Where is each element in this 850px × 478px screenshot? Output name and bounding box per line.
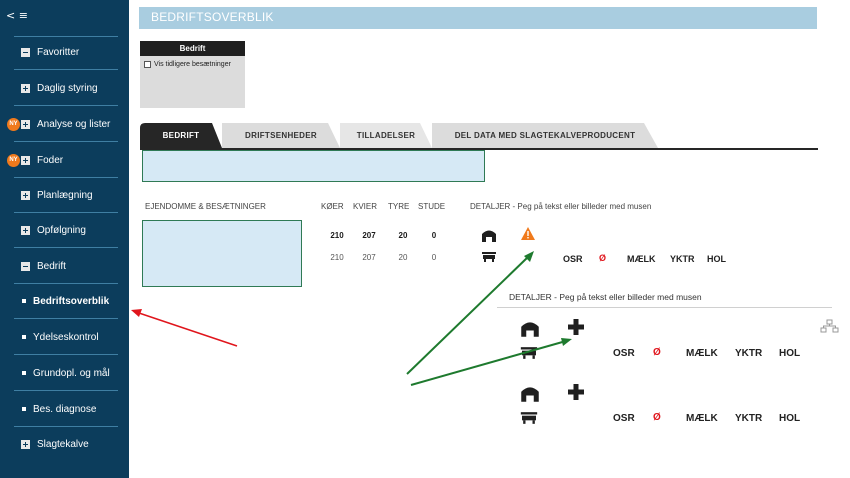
- green-arrow-lower: [410, 338, 572, 386]
- red-arrow: [131, 309, 238, 347]
- annotation-arrows: [131, 251, 572, 386]
- app-root: < ≡ Favoritter Daglig styring Analyse og l…: [0, 0, 850, 478]
